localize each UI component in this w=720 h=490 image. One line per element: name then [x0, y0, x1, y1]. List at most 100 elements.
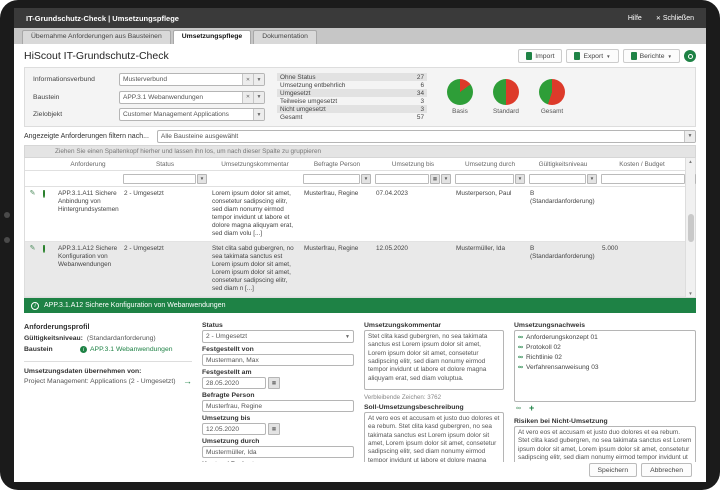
- scrollbar-thumb[interactable]: [688, 214, 694, 242]
- col-gueltigkeitsniveau[interactable]: Gültigkeitsniveau: [527, 161, 599, 168]
- green-circle-button[interactable]: [684, 50, 696, 62]
- umsetzungskommentar-textarea[interactable]: Stet clita kasd gubergren, no sea takima…: [364, 330, 504, 390]
- pie-standard: Standard: [493, 79, 519, 115]
- scroll-down-icon[interactable]: ▼: [688, 291, 692, 296]
- baustein-select[interactable]: APP.3.1 Webanwendungen ✕ ▼: [119, 91, 265, 104]
- filter-funnel-icon[interactable]: ▼: [361, 174, 371, 184]
- help-link[interactable]: Hilfe: [628, 15, 642, 22]
- list-item[interactable]: ∞Verfahrensanweisung 03: [518, 363, 692, 373]
- befragte-person-input[interactable]: [202, 400, 354, 412]
- import-label: Import: [535, 53, 554, 60]
- col-befragte-person[interactable]: Befragte Person: [301, 161, 373, 168]
- clear-icon[interactable]: ✕: [242, 92, 253, 103]
- nachweis-listbox[interactable]: ∞Anforderungskonzept 01 ∞Protokoll 02 ∞R…: [514, 330, 696, 402]
- informationsverbund-select[interactable]: Musterverbund ✕ ▼: [119, 73, 265, 86]
- scroll-up-icon[interactable]: ▲: [688, 159, 692, 164]
- nachweis-item-label: Richtlinie 02: [526, 353, 562, 363]
- col-umsetzung-durch[interactable]: Umsetzung durch: [453, 161, 527, 168]
- umsetzungskommentar-label: Umsetzungskommentar: [364, 322, 504, 329]
- cancel-button[interactable]: Abbrechen: [641, 463, 692, 477]
- list-item[interactable]: ∞Anforderungskonzept 01: [518, 333, 692, 343]
- baustein-link[interactable]: i APP.3.1 Webanwendungen: [80, 346, 173, 353]
- table-row[interactable]: ✎ APP.3.1.A11 Sichere Anbindung von Hint…: [25, 187, 685, 242]
- status-label: Umgesetzt: [280, 90, 311, 97]
- import-button[interactable]: Import: [518, 49, 562, 63]
- group-drop-zone[interactable]: Ziehen Sie einen Spaltenkopf hierher und…: [24, 145, 696, 158]
- tab-umsetzungspflege[interactable]: Umsetzungspflege: [173, 30, 251, 44]
- table-scrollbar[interactable]: ▲ ▼: [685, 158, 695, 297]
- soll-textarea[interactable]: At vero eos et accusam et justo duo dolo…: [364, 412, 504, 462]
- table-row-selected[interactable]: ✎ APP.3.1.A12 Sichere Konfiguration von …: [25, 242, 685, 297]
- pie-basis: Basis: [447, 79, 473, 115]
- apply-arrow-icon[interactable]: →: [183, 376, 192, 386]
- filter-funnel-icon[interactable]: ▼: [515, 174, 525, 184]
- col-umsetzungskommentar[interactable]: Umsetzungskommentar: [209, 161, 301, 168]
- cell-anforderung: APP.3.1.A11 Sichere Anbindung von Hinter…: [55, 190, 121, 214]
- risiken-label: Risiken bei Nicht-Umsetzung: [514, 418, 696, 425]
- detail-panel: Anforderungsprofil Gültigkeitsniveau: (S…: [24, 313, 696, 462]
- status-label: Gesamt: [280, 114, 302, 121]
- comment-column: Umsetzungskommentar Stet clita kasd gube…: [364, 319, 504, 462]
- edit-pencil-icon[interactable]: ✎: [25, 245, 40, 254]
- list-item[interactable]: ∞Richtlinie 02: [518, 353, 692, 363]
- umsetzung-bis-input[interactable]: [202, 423, 266, 435]
- chevron-down-icon: ▼: [606, 54, 610, 59]
- tab-dokumentation[interactable]: Dokumentation: [253, 30, 317, 44]
- calendar-icon[interactable]: ▦: [268, 377, 280, 389]
- save-button[interactable]: Speichern: [589, 463, 638, 477]
- calendar-icon[interactable]: ▦: [430, 174, 440, 184]
- kosten-filter-input[interactable]: [601, 174, 685, 184]
- document-icon: [574, 52, 580, 60]
- festgestellt-von-input[interactable]: [202, 354, 354, 366]
- edit-pencil-icon[interactable]: ✎: [25, 190, 40, 199]
- table-header-row: Anforderung Status Umsetzungskommentar B…: [25, 158, 685, 171]
- reports-button[interactable]: Berichte▼: [623, 49, 680, 63]
- status-count: 57: [417, 114, 424, 121]
- export-button[interactable]: Export▼: [566, 49, 618, 63]
- link-evidence-button[interactable]: ∞: [516, 405, 521, 412]
- zielobjekt-select[interactable]: Customer Management Applications ▼: [119, 108, 265, 121]
- chevron-down-icon[interactable]: ▼: [253, 109, 264, 120]
- baustein-label: Baustein: [33, 94, 119, 101]
- chevron-down-icon[interactable]: ▼: [253, 74, 264, 85]
- umsetzung-bis-filter-input[interactable]: [375, 174, 429, 184]
- filter-funnel-icon[interactable]: ▼: [441, 174, 451, 184]
- export-label: Export: [583, 53, 603, 60]
- festgestellt-am-input[interactable]: [202, 377, 266, 389]
- risiken-textarea[interactable]: At vero eos et accusam et justo duo dolo…: [514, 426, 696, 462]
- chevron-down-icon[interactable]: ▼: [684, 131, 695, 142]
- clear-icon[interactable]: ✕: [242, 74, 253, 85]
- kommentar-remaining-chars: Verbleibende Zeichen: 3762: [364, 394, 504, 401]
- cell-befragte-person: Musterfrau, Regine: [301, 190, 373, 198]
- chevron-down-icon[interactable]: ▼: [253, 92, 264, 103]
- status-label: Nicht umgesetzt: [280, 106, 326, 113]
- footer-actions: Speichern Abbrechen: [14, 462, 706, 482]
- calendar-icon[interactable]: ▦: [268, 423, 280, 435]
- status-select[interactable]: 2 - Umgesetzt ▼: [202, 330, 354, 343]
- zielobjekt-value: Customer Management Applications: [120, 111, 253, 118]
- add-evidence-button[interactable]: +: [529, 404, 534, 413]
- uebernehmen-label: Umsetzungsdaten übernehmen von:: [24, 368, 192, 375]
- requirements-table: Anforderung Status Umsetzungskommentar B…: [24, 158, 696, 298]
- status-summary-row: Umgesetzt34: [277, 89, 427, 97]
- col-anforderung[interactable]: Anforderung: [55, 161, 121, 168]
- circle-icon: [688, 54, 693, 59]
- befragte-person-filter-input[interactable]: [303, 174, 360, 184]
- tab-uebernahme-anforderungen[interactable]: Übernahme Anforderungen aus Bausteinen: [22, 30, 171, 44]
- umsetzung-durch-input[interactable]: [202, 446, 354, 458]
- umsetzung-durch-filter-input[interactable]: [455, 174, 514, 184]
- pie-label: Basis: [452, 108, 468, 115]
- info-icon: i: [80, 346, 87, 353]
- col-status[interactable]: Status: [121, 161, 209, 168]
- col-kosten-budget[interactable]: Kosten / Budget: [599, 161, 685, 168]
- status-filter-input[interactable]: [123, 174, 196, 184]
- close-button[interactable]: ✕Schließen: [656, 15, 694, 22]
- baustein-filter-select[interactable]: Alle Bausteine ausgewählt ▼: [157, 130, 696, 143]
- gueltigkeitsniveau-filter-input[interactable]: [529, 174, 586, 184]
- filter-funnel-icon[interactable]: ▼: [197, 174, 207, 184]
- list-item[interactable]: ∞Protokoll 02: [518, 343, 692, 353]
- cell-umsetzung-durch: Mustermüller, Ida: [453, 245, 527, 253]
- col-umsetzung-bis[interactable]: Umsetzung bis: [373, 161, 453, 168]
- filter-funnel-icon[interactable]: ▼: [587, 174, 597, 184]
- status-label: Ohne Status: [280, 74, 316, 81]
